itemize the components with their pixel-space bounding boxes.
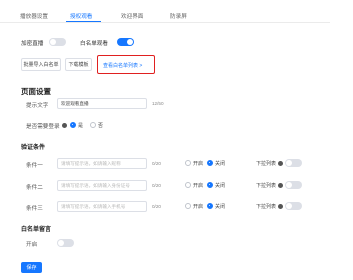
verify-conditions-title: 验证条件 xyxy=(21,145,46,151)
condition-three-on-label: 开启 xyxy=(193,204,204,210)
toggle-knob xyxy=(50,39,56,45)
require-login-label: 是否需要登录 xyxy=(26,124,60,130)
tab-anti-screen-record[interactable]: 防录屏 xyxy=(170,12,187,20)
condition-one-off-label: 关闭 xyxy=(215,161,226,167)
condition-one-on-label: 开启 xyxy=(193,161,204,167)
condition-one-on-radio[interactable] xyxy=(185,160,191,166)
view-whitelist-link[interactable]: 查看白名单列表 > xyxy=(103,62,142,69)
batch-import-whitelist-button[interactable]: 批量导入白名单 xyxy=(21,58,61,71)
condition-three-dropdown-label: 下拉列表 xyxy=(256,204,277,210)
toggle-knob xyxy=(58,240,64,246)
prompt-text-label: 提示文字 xyxy=(26,103,49,109)
login-yes-label: 是 xyxy=(78,123,84,129)
encrypt-live-toggle[interactable] xyxy=(49,38,66,46)
condition-two-on-radio[interactable] xyxy=(185,182,191,188)
condition-two-off-radio[interactable] xyxy=(207,182,213,188)
condition-two-off-label: 关闭 xyxy=(215,183,226,189)
condition-three-input[interactable]: 请填写提示语，如请输入手机号 xyxy=(57,201,147,212)
condition-three-label: 条件三 xyxy=(26,206,43,212)
login-yes-radio[interactable] xyxy=(70,122,76,128)
whitelist-message-title: 白名单留言 xyxy=(21,227,52,233)
toggle-knob xyxy=(127,39,133,45)
toggle-knob xyxy=(286,203,292,209)
active-tab-indicator xyxy=(66,21,101,23)
info-icon[interactable] xyxy=(278,183,283,188)
whitelist-message-toggle[interactable] xyxy=(57,239,74,247)
condition-two-dropdown-label: 下拉列表 xyxy=(256,183,277,189)
condition-one-dropdown-toggle[interactable] xyxy=(285,159,302,167)
condition-one-dropdown-label: 下拉列表 xyxy=(256,161,277,167)
tab-player-settings[interactable]: 播放器设置 xyxy=(20,12,48,20)
condition-three-off-label: 关闭 xyxy=(215,204,226,210)
prompt-char-count: 12/50 xyxy=(152,101,164,106)
condition-one-input[interactable]: 请填写提示语，如请输入昵称 xyxy=(57,158,147,169)
encrypt-live-label: 加密直播 xyxy=(21,41,44,47)
whitelist-view-toggle[interactable] xyxy=(117,38,134,46)
login-no-radio[interactable] xyxy=(90,122,96,128)
info-icon[interactable] xyxy=(278,204,283,209)
condition-two-dropdown-toggle[interactable] xyxy=(285,181,302,189)
login-no-label: 否 xyxy=(98,123,104,129)
whitelist-view-label: 白名单观看 xyxy=(80,41,108,47)
toggle-knob xyxy=(286,182,292,188)
condition-one-label: 条件一 xyxy=(26,163,43,169)
condition-one-off-radio[interactable] xyxy=(207,160,213,166)
tabs-divider xyxy=(0,22,330,23)
download-template-button[interactable]: 下载模板 xyxy=(65,58,92,71)
condition-two-input[interactable]: 请填写提示语，如请输入身份证号 xyxy=(57,180,147,191)
tab-welcome-screen[interactable]: 欢迎界面 xyxy=(121,12,143,20)
condition-two-label: 条件二 xyxy=(26,185,43,191)
tab-authorized-viewing[interactable]: 授权观看 xyxy=(70,12,92,20)
save-button[interactable]: 保存 xyxy=(21,262,42,273)
condition-two-on-label: 开启 xyxy=(193,183,204,189)
condition-three-on-radio[interactable] xyxy=(185,203,191,209)
whitelist-message-enable-label: 开启 xyxy=(26,242,38,248)
page-settings-title: 页面设置 xyxy=(21,87,51,96)
condition-one-count: 0/20 xyxy=(152,161,161,166)
condition-three-off-radio[interactable] xyxy=(207,203,213,209)
prompt-text-input[interactable]: 欢迎观看直播 xyxy=(57,98,147,109)
info-icon[interactable] xyxy=(278,161,283,166)
toggle-knob xyxy=(286,160,292,166)
info-icon[interactable] xyxy=(62,123,67,128)
condition-three-count: 0/20 xyxy=(152,204,161,209)
condition-three-dropdown-toggle[interactable] xyxy=(285,202,302,210)
condition-two-count: 0/20 xyxy=(152,183,161,188)
